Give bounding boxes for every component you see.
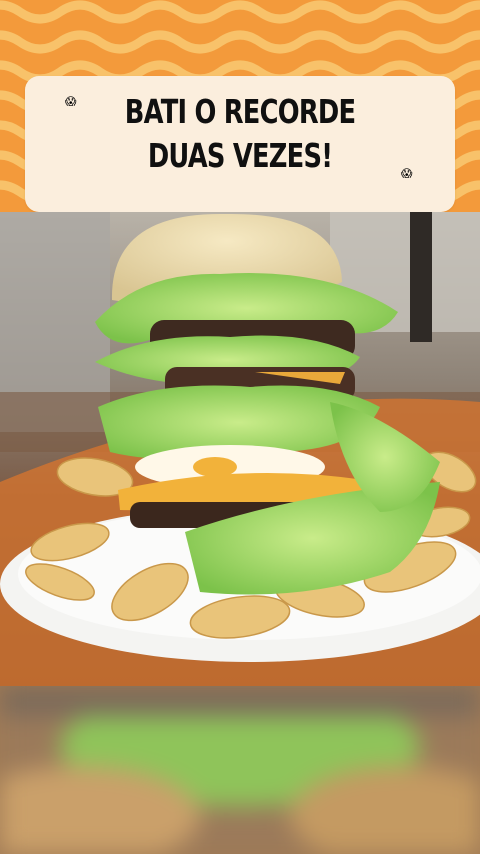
caption-line-2: DUAS VEZES! (147, 136, 333, 175)
blurred-photo-strip (0, 686, 480, 854)
caption-card: 😱 BATI O RECORDE DUAS VEZES! 😱 (25, 76, 455, 212)
caption-title: BATI O RECORDE DUAS VEZES! (72, 90, 407, 178)
caption-line-1: BATI O RECORDE (124, 92, 356, 131)
burger-photo (0, 212, 480, 686)
shocked-face-icon: 😱 (401, 167, 413, 180)
